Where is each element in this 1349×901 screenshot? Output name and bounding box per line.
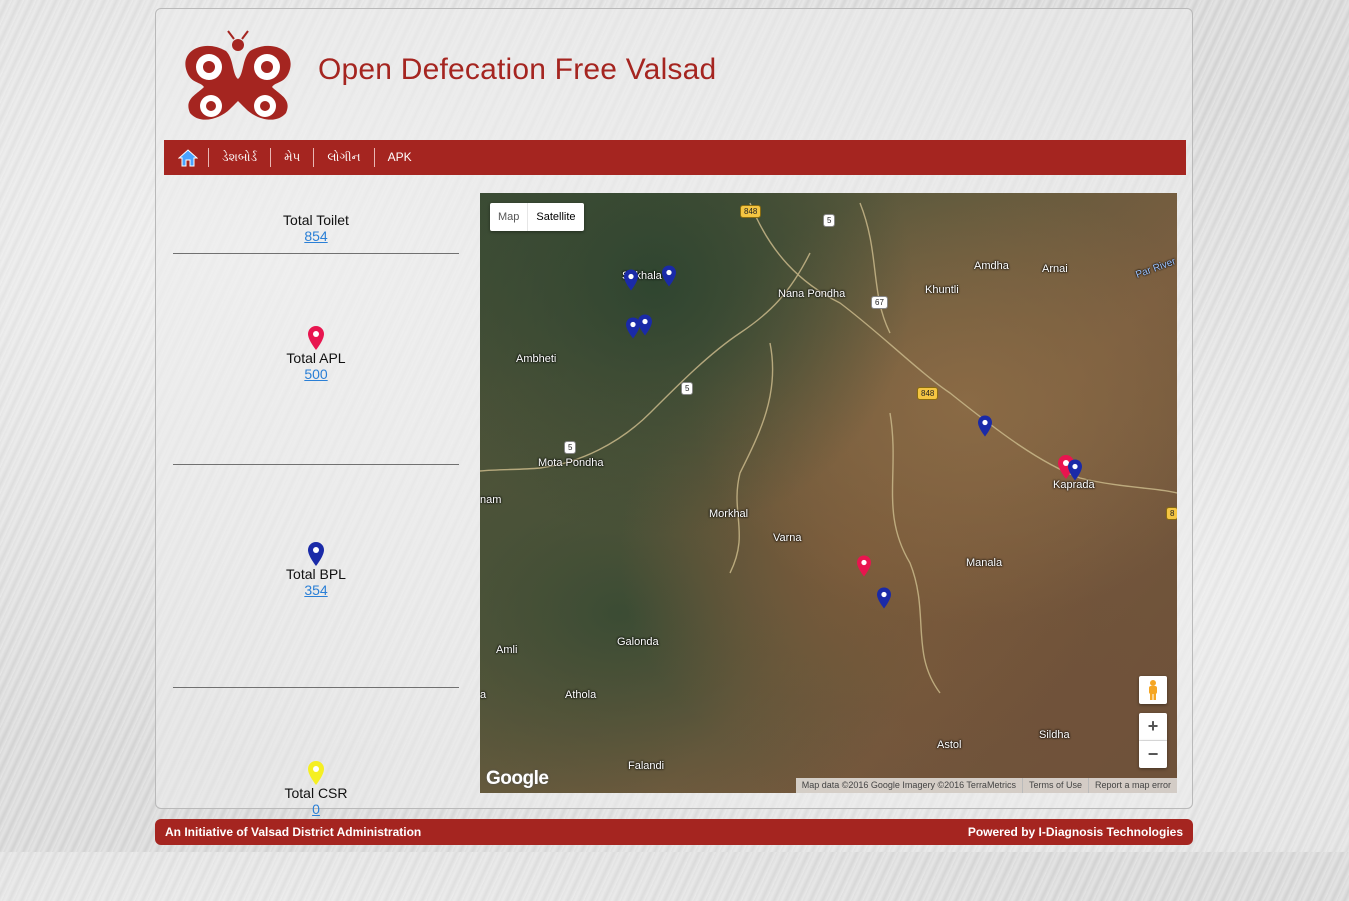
map-attribution: Map data ©2016 Google Imagery ©2016 Terr… [795, 778, 1177, 793]
stat-value-link[interactable]: 500 [304, 366, 327, 382]
zoom-out-button[interactable]: − [1139, 741, 1167, 768]
road-shield: 8 [1166, 507, 1177, 520]
street-view-pegman-button[interactable] [1139, 676, 1167, 704]
apl-pin-icon [308, 326, 324, 350]
google-logo: Google [486, 768, 549, 789]
footer-initiative-text: An Initiative of Valsad District Adminis… [165, 825, 422, 839]
road-shield: 67 [871, 296, 888, 309]
place-label: a [480, 689, 487, 701]
place-label: Ambheti [516, 353, 557, 365]
apl-map-marker[interactable] [857, 555, 871, 577]
map-data-credit: Map data ©2016 Google Imagery ©2016 Terr… [801, 780, 1016, 790]
satellite-map[interactable]: Map Satellite 848 5 67 848 5 5 8 Sukhala… [480, 193, 1177, 793]
home-icon [178, 148, 198, 166]
nav-home-button[interactable] [164, 148, 209, 167]
place-label: Mota Pondha [538, 457, 604, 469]
stat-label: Total Toilet [283, 212, 349, 228]
main-navbar: ડેશબોર્ડ મેપ લોગીન APK [164, 140, 1186, 175]
footer-powered-by-text: Powered by I-Diagnosis Technologies [967, 825, 1183, 839]
place-label: Morkhal [709, 508, 749, 520]
road-shield: 5 [823, 214, 836, 227]
stat-label: Total BPL [286, 566, 346, 582]
stat-label: Total CSR [284, 785, 348, 801]
bpl-map-marker[interactable] [877, 587, 891, 609]
map-view-button[interactable]: Map [490, 203, 527, 231]
stats-panel: Total Toilet 854 Total APL 500 Total BPL… [173, 195, 459, 901]
map-roads [480, 202, 1177, 694]
place-label: nam [480, 494, 502, 506]
pegman-icon [1149, 680, 1157, 700]
page-title: Open Defecation Free Valsad [318, 53, 717, 86]
place-label: Arnai [1042, 263, 1068, 275]
nav-dashboard[interactable]: ડેશબોર્ડ [209, 148, 272, 167]
nav-login[interactable]: લોગીન [314, 148, 375, 167]
place-label: Khuntli [925, 284, 959, 296]
nav-map[interactable]: મેપ [271, 148, 315, 167]
road-shield: 5 [681, 382, 694, 395]
bpl-pin-icon [308, 542, 324, 566]
place-label: Manala [966, 557, 1003, 569]
page-footer: An Initiative of Valsad District Adminis… [155, 819, 1193, 845]
csr-pin-icon [308, 761, 324, 785]
odf-logo-icon [185, 30, 291, 120]
bpl-map-marker[interactable] [638, 314, 652, 336]
place-label: Galonda [617, 636, 659, 648]
stat-label: Total APL [286, 350, 346, 366]
place-label: Athola [565, 689, 597, 701]
stat-value-link[interactable]: 854 [304, 228, 327, 244]
map-type-control: Map Satellite [490, 203, 584, 231]
place-label: Astol [937, 739, 962, 751]
road-shield: 848 [917, 387, 939, 400]
place-label: Nana Pondha [778, 288, 846, 300]
bpl-map-marker[interactable] [624, 269, 638, 291]
place-label: Falandi [628, 760, 665, 772]
zoom-in-button[interactable]: + [1139, 713, 1167, 741]
place-label: Varna [773, 532, 802, 544]
nav-apk[interactable]: APK [375, 148, 425, 167]
place-label: Amli [496, 644, 518, 656]
stat-total-toilet: Total Toilet 854 [173, 195, 459, 254]
stat-total-bpl: Total BPL 354 [173, 542, 459, 688]
page-container: Open Defecation Free Valsad ડેશબોર્ડ મેપ… [155, 8, 1193, 817]
stat-value-link[interactable]: 354 [304, 582, 327, 598]
stat-value-link[interactable]: 0 [312, 801, 320, 817]
bpl-map-marker[interactable] [978, 415, 992, 437]
satellite-view-button[interactable]: Satellite [527, 203, 583, 231]
terms-of-use-link[interactable]: Terms of Use [1021, 778, 1088, 793]
road-shield: 848 [740, 205, 762, 218]
place-label: Sildha [1039, 729, 1070, 741]
bpl-map-marker[interactable] [662, 265, 676, 287]
place-label: Amdha [974, 260, 1009, 272]
stat-total-apl: Total APL 500 [173, 326, 459, 465]
bpl-map-marker[interactable] [1068, 459, 1082, 481]
report-map-error-link[interactable]: Report a map error [1087, 778, 1177, 793]
road-shield: 5 [564, 441, 577, 454]
